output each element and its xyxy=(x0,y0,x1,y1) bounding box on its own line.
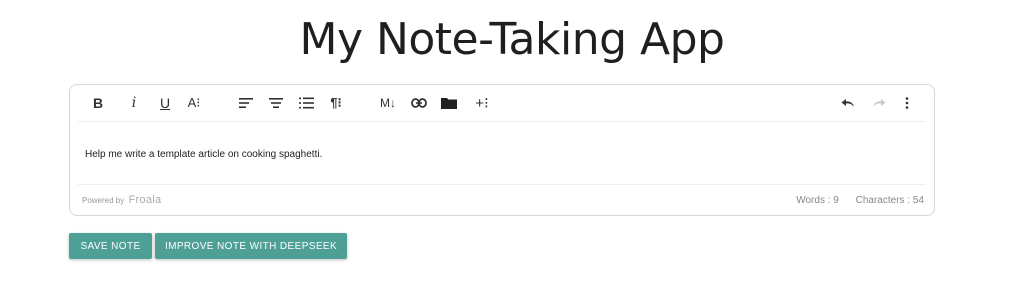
save-note-button[interactable]: Save Note xyxy=(69,233,152,259)
paragraph-format-button[interactable]: ¶⁝ xyxy=(326,91,346,115)
insert-link-button[interactable] xyxy=(409,91,429,115)
rich-text-editor: B i U A⁝ ¶⁝ M↓ +⁝ Help me write a templa… xyxy=(69,84,935,216)
undo-button[interactable] xyxy=(838,91,858,115)
page-title: My Note-Taking App xyxy=(299,14,725,65)
ordered-list-button[interactable] xyxy=(296,91,316,115)
insert-file-button[interactable] xyxy=(439,91,459,115)
powered-by-label[interactable]: Powered by Froala xyxy=(82,194,161,206)
redo-icon xyxy=(873,99,886,107)
editor-counts: Words : 9 Characters : 54 xyxy=(782,195,924,206)
font-size-button[interactable]: A⁝ xyxy=(184,91,204,115)
folder-icon xyxy=(441,98,457,109)
more-vertical-button[interactable] xyxy=(897,91,917,115)
improve-note-button[interactable]: Improve Note with DeepSeek xyxy=(155,233,347,259)
align-center-icon xyxy=(269,98,283,108)
froala-brand: Froala xyxy=(128,194,162,206)
align-left-button[interactable] xyxy=(236,91,256,115)
editor-content[interactable]: Help me write a template article on cook… xyxy=(85,149,322,160)
editor-footer: Powered by Froala Words : 9 Characters :… xyxy=(78,184,926,215)
powered-by-prefix: Powered by xyxy=(82,196,125,205)
bold-button[interactable]: B xyxy=(88,91,108,115)
character-count: Characters : 54 xyxy=(855,195,924,206)
ordered-list-icon xyxy=(298,97,314,109)
markdown-button[interactable]: M↓ xyxy=(378,91,398,115)
more-vertical-icon xyxy=(905,97,909,109)
editor-toolbar: B i U A⁝ ¶⁝ M↓ +⁝ xyxy=(78,85,926,122)
underline-button[interactable]: U xyxy=(155,91,175,115)
link-icon xyxy=(411,98,427,108)
redo-button[interactable] xyxy=(869,91,889,115)
italic-button[interactable]: i xyxy=(124,91,144,115)
more-options-button[interactable]: +⁝ xyxy=(472,91,492,115)
align-left-icon xyxy=(239,98,253,108)
word-count: Words : 9 xyxy=(796,195,839,206)
align-center-button[interactable] xyxy=(266,91,286,115)
undo-icon xyxy=(841,99,854,107)
